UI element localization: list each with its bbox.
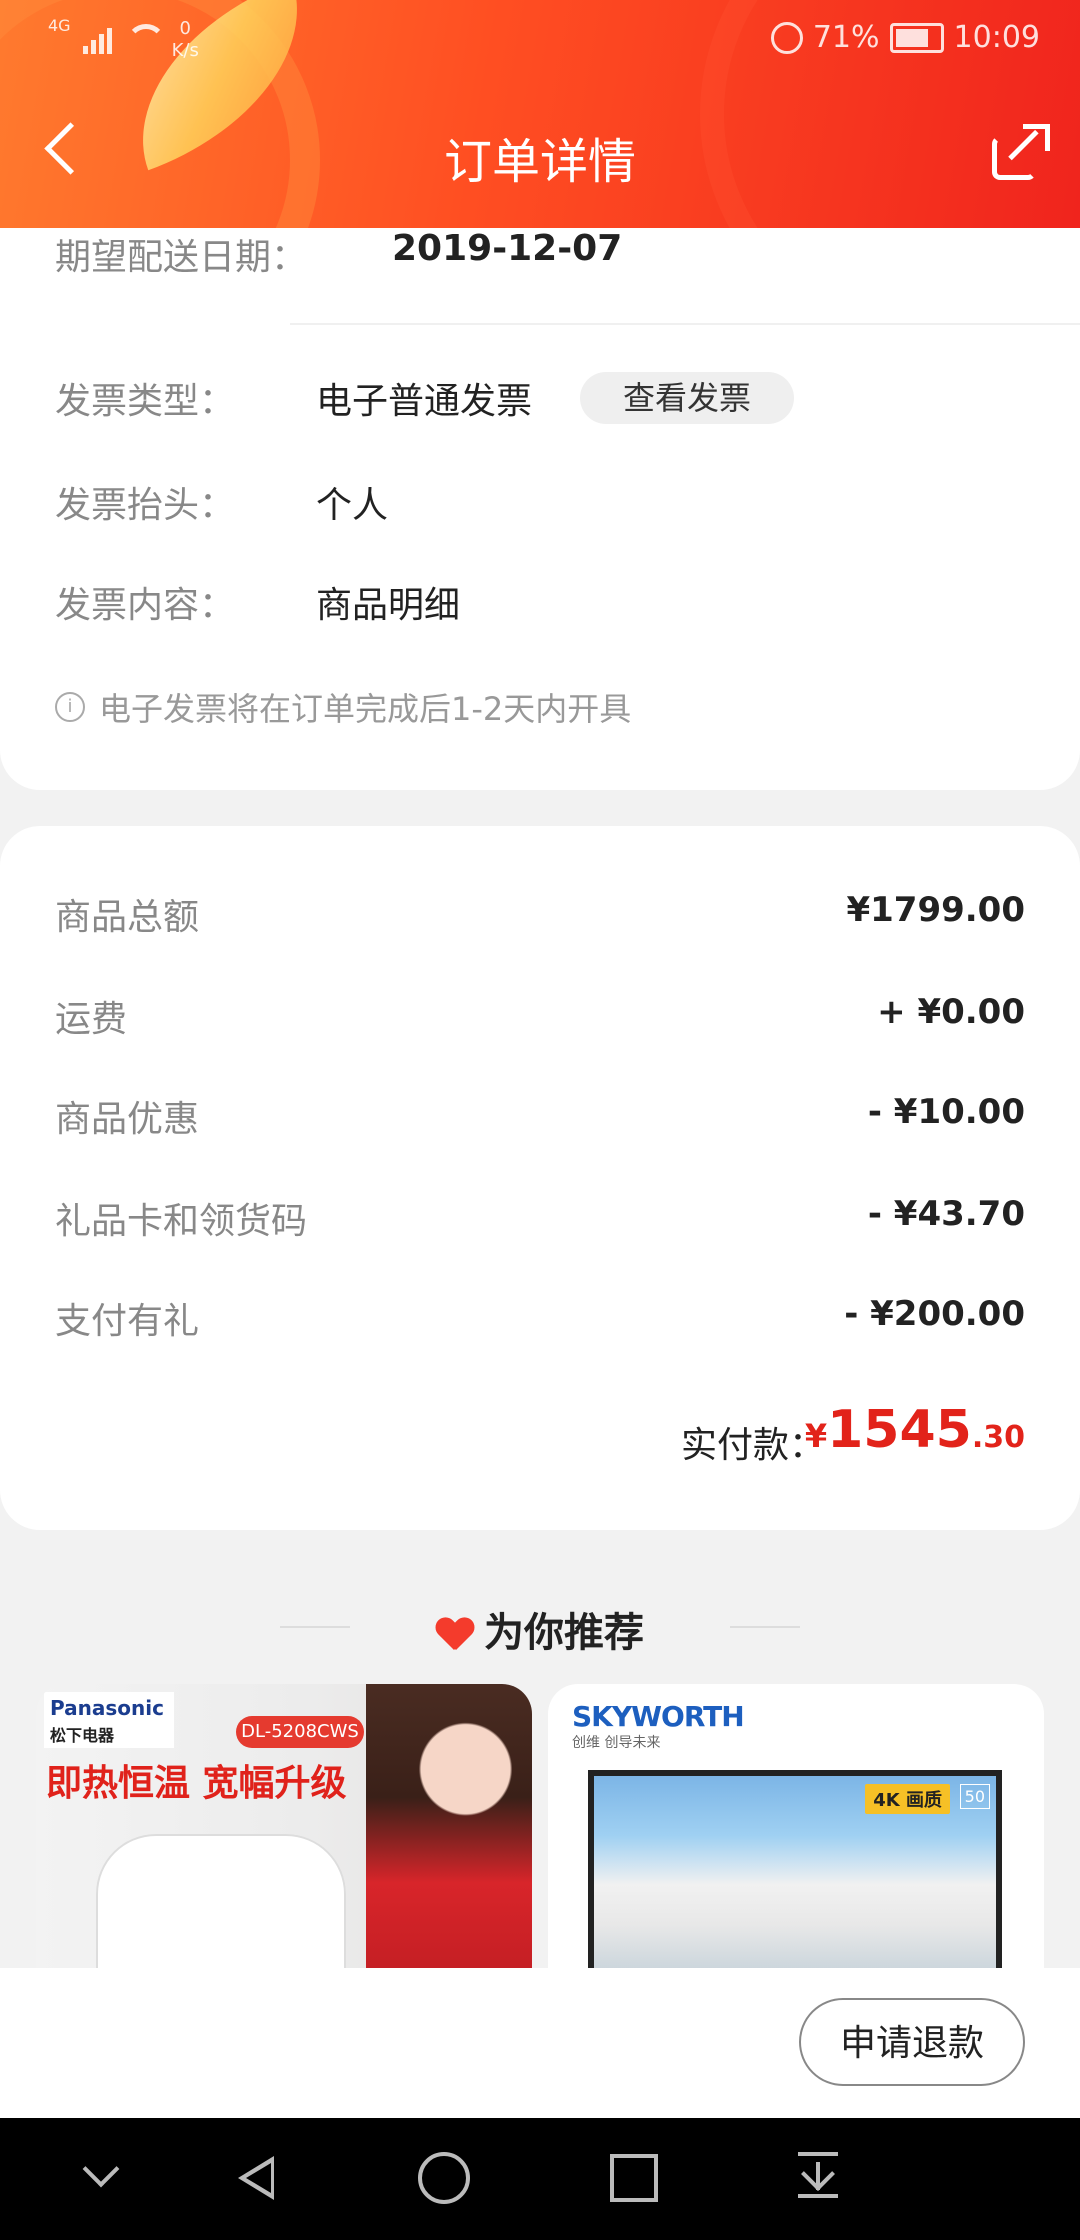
back-triangle-icon[interactable] (226, 2148, 286, 2208)
net-speed: 0 K/s (172, 18, 199, 62)
alarm-icon (770, 21, 803, 54)
invoice-content-value: 商品明细 (316, 585, 461, 626)
invoice-note: i 电子发票将在订单完成后1-2天内开具 (55, 684, 631, 730)
summary-value: + ¥0.00 (877, 992, 1025, 1032)
battery-icon (889, 22, 944, 53)
invoice-type-value: 电子普通发票 (316, 381, 533, 422)
invoice-content-label: 发票内容： (55, 585, 236, 626)
summary-label: 商品总额 (55, 897, 200, 938)
product-image (96, 1834, 346, 1968)
home-icon[interactable] (414, 2148, 474, 2208)
product-card-skyworth[interactable]: SKYWORTH 创维 创导未来 4K 画质 50 (548, 1684, 1044, 1968)
status-bar: 4G 0 K/s 71% 10:09 (0, 0, 1080, 80)
summary-label: 礼品卡和领货码 (55, 1201, 308, 1242)
model-tag: DL-5208CWS (236, 1716, 364, 1748)
system-nav-bar (0, 2118, 1080, 2240)
paid-label: 实付款： (680, 1425, 825, 1466)
brand-tagline: 创维 创导未来 (572, 1735, 661, 1751)
invoice-title-value: 个人 (316, 485, 389, 526)
signal-icon (82, 24, 112, 54)
heart-icon (436, 1618, 474, 1652)
summary-value: - ¥200.00 (844, 1294, 1025, 1334)
tv-screen: 4K 画质 50 (594, 1776, 996, 1968)
delivery-date-label: 期望配送日期： (55, 237, 308, 278)
summary-value: - ¥43.70 (867, 1194, 1025, 1234)
size-badge: 50 (959, 1784, 990, 1809)
quality-badge: 4K 画质 (865, 1784, 950, 1814)
net-speed-value: 0 (179, 18, 191, 39)
product-image: 4K 画质 50 (588, 1770, 1002, 1968)
product-card-panasonic[interactable]: Panasonic 松下电器 DL-5208CWS 即热恒温 宽幅升级 (36, 1684, 532, 1968)
paid-amount: ¥1545.30 (805, 1400, 1025, 1460)
summary-value: - ¥10.00 (867, 1092, 1025, 1132)
header: 4G 0 K/s 71% 10:09 订单详情 (0, 0, 1080, 228)
brand-name: Panasonic (50, 1696, 164, 1720)
summary-label: 支付有礼 (55, 1301, 200, 1342)
invoice-card: 期望配送日期： 2019-12-07 发票类型： 电子普通发票 查看发票 发票抬… (0, 228, 1080, 790)
net-speed-unit: K/s (171, 40, 199, 61)
recommend-title-text: 为你推荐 (484, 1610, 644, 1656)
divider (290, 323, 1080, 325)
clock: 10:09 (953, 20, 1040, 55)
product-slogan: 即热恒温 宽幅升级 (46, 1763, 347, 1804)
recommend-title: 为你推荐 (0, 1600, 1080, 1658)
model-photo (366, 1684, 532, 1968)
invoice-title-label: 发票抬头： (55, 485, 236, 526)
paid-integer: 1545 (827, 1400, 972, 1460)
share-icon[interactable] (992, 124, 1050, 180)
delivery-date-value: 2019-12-07 (392, 228, 623, 269)
wifi-icon (124, 22, 166, 52)
view-invoice-button[interactable]: 查看发票 (580, 372, 794, 424)
recents-icon[interactable] (604, 2148, 664, 2208)
download-icon[interactable] (792, 2148, 852, 2208)
brand-name-cn: 松下电器 (50, 1726, 115, 1745)
page-title: 订单详情 (443, 134, 636, 190)
brand-logo: Panasonic 松下电器 (44, 1692, 174, 1748)
battery-percent: 71% (812, 20, 880, 55)
invoice-type-label: 发票类型： (55, 381, 236, 422)
summary-value: ¥1799.00 (846, 890, 1025, 930)
network-type: 4G (48, 16, 71, 35)
refund-button[interactable]: 申请退款 (799, 1998, 1025, 2086)
chevron-down-icon[interactable] (72, 2148, 132, 2208)
info-icon: i (55, 692, 85, 722)
paid-currency: ¥ (804, 1417, 828, 1455)
paid-decimal: .30 (971, 1420, 1025, 1455)
brand-name: SKYWORTH (572, 1700, 745, 1733)
summary-label: 商品优惠 (55, 1099, 200, 1140)
summary-label: 运费 (55, 999, 128, 1040)
invoice-note-text: 电子发票将在订单完成后1-2天内开具 (99, 690, 632, 728)
bottom-action-bar: 申请退款 (0, 1968, 1080, 2118)
